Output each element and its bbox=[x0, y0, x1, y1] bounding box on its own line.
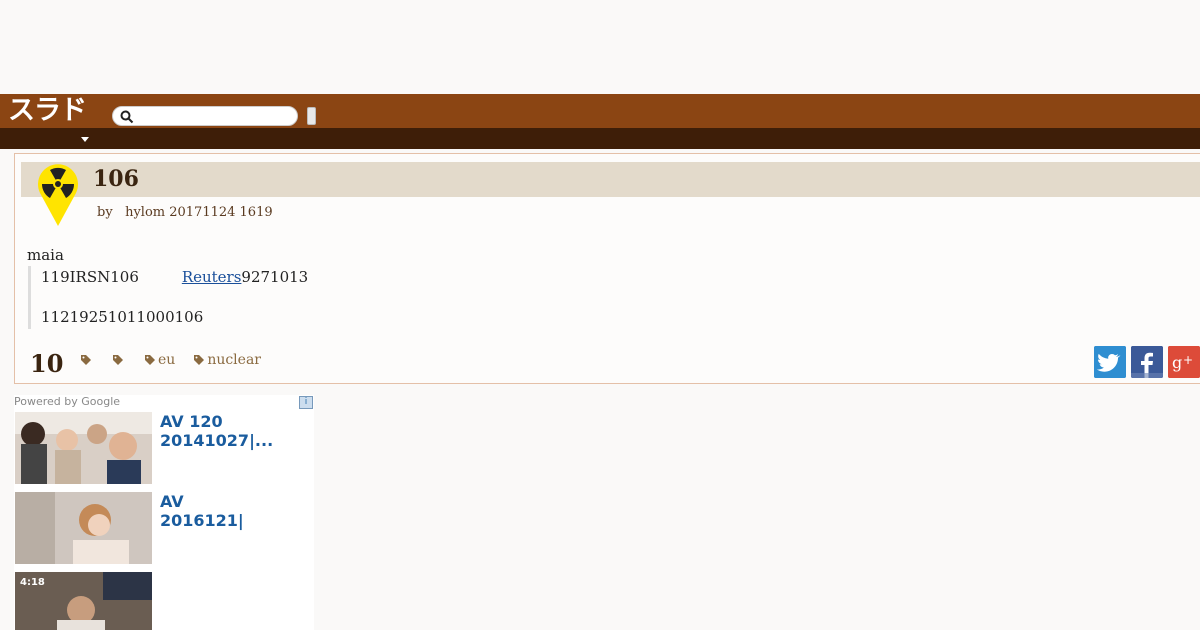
article-byline: by hylom 20171124 1619 bbox=[97, 205, 273, 220]
tag-item[interactable]: nuclear bbox=[193, 352, 261, 368]
reuters-link[interactable]: Reuters bbox=[182, 268, 242, 286]
twitter-icon[interactable] bbox=[1094, 346, 1126, 378]
search-input[interactable] bbox=[139, 108, 293, 126]
search-button[interactable] bbox=[307, 107, 316, 125]
info-icon[interactable]: i bbox=[299, 396, 313, 409]
chevron-down-icon[interactable] bbox=[80, 134, 90, 144]
byline-author[interactable]: hylom 20171124 1619 bbox=[125, 205, 273, 220]
tag-item[interactable]: eu bbox=[144, 352, 175, 368]
video-duration: 4:18 bbox=[20, 577, 45, 588]
svg-text:+: + bbox=[1183, 353, 1193, 367]
quote-prefix: 119IRSN106 bbox=[41, 268, 139, 286]
svg-text:g: g bbox=[1172, 353, 1182, 372]
search-icon bbox=[120, 110, 134, 124]
google-plus-icon[interactable]: g + bbox=[1168, 346, 1200, 378]
quote-suffix: 9271013 bbox=[241, 268, 309, 286]
article-intro: maia bbox=[27, 246, 64, 264]
ad-thumbnail[interactable]: 4:18 bbox=[15, 572, 152, 630]
facebook-icon[interactable] bbox=[1131, 346, 1163, 378]
quote-line: 119IRSN106 Reuters9271013 bbox=[41, 268, 308, 286]
ad-title-line: 20141027|... bbox=[160, 431, 274, 450]
tag-icon bbox=[145, 355, 155, 365]
tag-label: eu bbox=[158, 352, 176, 368]
comment-count[interactable]: 10 bbox=[30, 349, 63, 378]
ad-title[interactable]: AV 2016121| bbox=[160, 492, 244, 530]
tag-icon bbox=[194, 355, 205, 365]
tag-label: nuclear bbox=[207, 352, 261, 368]
ad-thumbnail[interactable] bbox=[15, 492, 152, 564]
powered-by-google: Powered by Google bbox=[14, 395, 121, 408]
search-box[interactable] bbox=[112, 106, 298, 126]
ad-title-line: AV 120 bbox=[160, 412, 223, 431]
ad-title-line: 2016121| bbox=[160, 511, 244, 530]
site-logo[interactable]: スラド bbox=[8, 96, 106, 126]
ad-title[interactable]: AV 120 20141027|... bbox=[160, 412, 273, 450]
byline-by: by bbox=[97, 205, 113, 220]
title-band bbox=[21, 162, 1200, 197]
tag-item[interactable] bbox=[80, 354, 94, 366]
ad-title-line: AV bbox=[160, 492, 184, 511]
article-title[interactable]: 106 bbox=[93, 165, 139, 193]
nav-bar bbox=[0, 128, 1200, 149]
radiation-icon[interactable] bbox=[37, 163, 79, 227]
ad-thumbnail[interactable] bbox=[15, 412, 152, 484]
tag-list: eu nuclear bbox=[80, 352, 279, 368]
tag-item[interactable] bbox=[112, 354, 126, 366]
tag-icon bbox=[81, 355, 91, 365]
tag-icon bbox=[113, 355, 123, 365]
quote-line-2: 11219251011000106 bbox=[41, 308, 204, 326]
